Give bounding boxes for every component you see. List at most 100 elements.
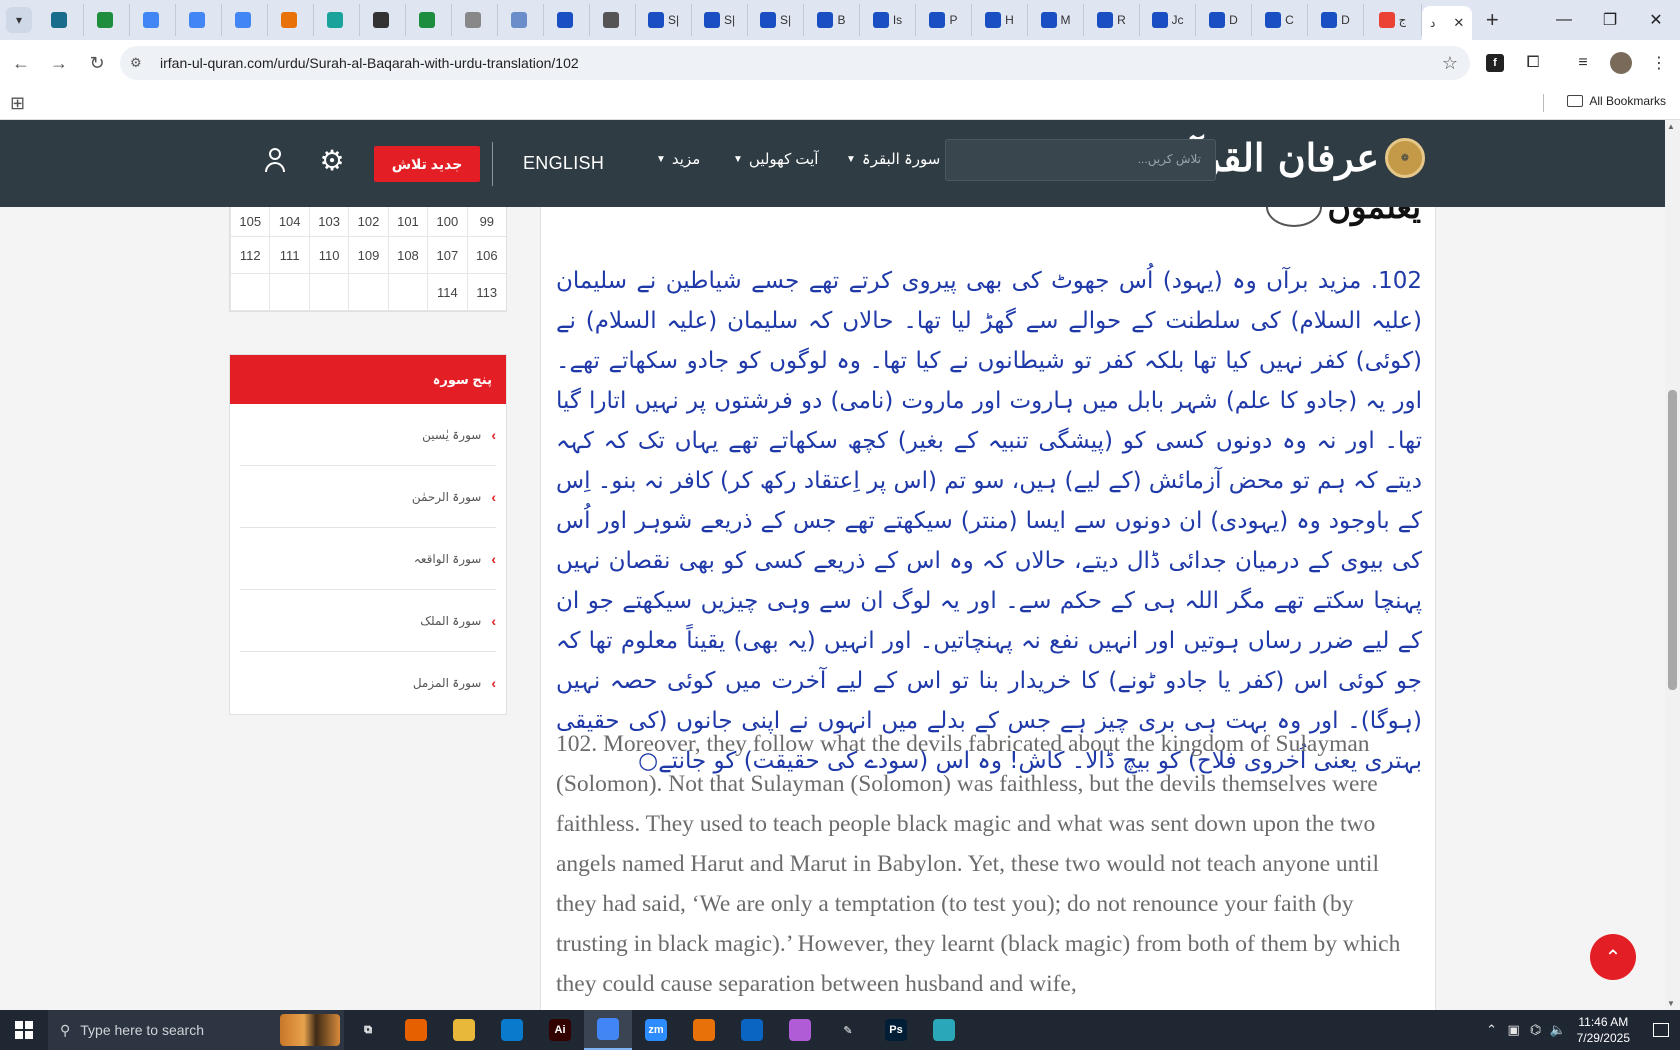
- extensions-puzzle-icon[interactable]: ⧠: [1516, 46, 1550, 80]
- browser-tab[interactable]: S|: [636, 4, 692, 36]
- taskbar-app-button[interactable]: Ps: [872, 1010, 920, 1050]
- browser-tab[interactable]: S|: [748, 4, 804, 36]
- close-tab-icon[interactable]: ✕: [1453, 15, 1464, 31]
- taskbar-app-button[interactable]: zm: [632, 1010, 680, 1050]
- volume-icon[interactable]: 🔈: [1547, 1022, 1569, 1038]
- browser-tab[interactable]: Jc: [1140, 4, 1196, 36]
- browser-tab[interactable]: D: [1308, 4, 1364, 36]
- browser-tab[interactable]: P: [916, 4, 972, 36]
- scroll-to-top-button[interactable]: ⌃: [1590, 934, 1636, 980]
- browser-tab[interactable]: M: [1028, 4, 1084, 36]
- browser-tab[interactable]: [314, 4, 360, 36]
- browser-tab[interactable]: Is: [860, 4, 916, 36]
- english-language-link[interactable]: ENGLISH: [523, 153, 604, 174]
- browser-tab[interactable]: R: [1084, 4, 1140, 36]
- browser-tab[interactable]: [84, 4, 130, 36]
- ayah-number-link[interactable]: 105: [230, 207, 269, 236]
- start-button[interactable]: [0, 1010, 48, 1050]
- profile-avatar[interactable]: [1604, 46, 1638, 80]
- minimize-button[interactable]: —: [1541, 0, 1587, 40]
- browser-tab[interactable]: [38, 4, 84, 36]
- settings-gear-icon[interactable]: ⚙: [316, 144, 348, 176]
- taskbar-app-button[interactable]: [728, 1010, 776, 1050]
- taskbar-app-button[interactable]: ⧉: [344, 1010, 392, 1050]
- chevron-up-icon[interactable]: ⌃: [1481, 1022, 1503, 1038]
- taskbar-app-button[interactable]: ✎: [824, 1010, 872, 1050]
- ayah-number-link[interactable]: 110: [308, 237, 348, 273]
- taskbar-app-button[interactable]: Ai: [536, 1010, 584, 1050]
- address-bar[interactable]: ⚙ irfan-ul-quran.com/urdu/Surah-al-Baqar…: [120, 46, 1470, 80]
- ayah-number-link[interactable]: 99: [466, 207, 506, 236]
- ayah-number-link[interactable]: 107: [427, 237, 466, 273]
- browser-tab[interactable]: C: [1252, 4, 1308, 36]
- browser-tab[interactable]: [268, 4, 314, 36]
- new-tab-button[interactable]: +: [1478, 6, 1506, 34]
- network-icon[interactable]: ⌬: [1525, 1022, 1547, 1038]
- taskbar-app-button[interactable]: [680, 1010, 728, 1050]
- active-tab[interactable]: د ✕: [1422, 6, 1473, 40]
- browser-tab[interactable]: [498, 4, 544, 36]
- media-control-icon[interactable]: ≡: [1566, 46, 1600, 80]
- panj-surah-item[interactable]: سورۃ الملک ‹: [240, 590, 496, 652]
- bookmark-star-icon[interactable]: ☆: [1442, 53, 1458, 74]
- scroll-down-arrow-icon[interactable]: ▼: [1667, 999, 1675, 1008]
- back-icon[interactable]: ←: [4, 46, 38, 80]
- browser-tab[interactable]: [452, 4, 498, 36]
- browser-tab[interactable]: [406, 4, 452, 36]
- url-text[interactable]: irfan-ul-quran.com/urdu/Surah-al-Baqarah…: [160, 55, 579, 71]
- scroll-up-arrow-icon[interactable]: ▲: [1667, 122, 1675, 131]
- browser-tab[interactable]: [360, 4, 406, 36]
- browser-tab[interactable]: S|: [692, 4, 748, 36]
- scrollbar-thumb[interactable]: [1668, 390, 1677, 690]
- menu-kebab-icon[interactable]: ⋮: [1642, 46, 1676, 80]
- new-search-button[interactable]: جدید تلاش: [374, 146, 480, 182]
- ayah-number-link[interactable]: 109: [348, 237, 387, 273]
- forward-icon[interactable]: →: [42, 46, 76, 80]
- panj-surah-item[interactable]: سورۃ یٰسین ‹: [240, 404, 496, 466]
- ayah-number-link[interactable]: 104: [269, 207, 308, 236]
- nav-ayat-dropdown[interactable]: ▼ آیت کھولیں: [733, 150, 818, 168]
- ayah-number-link[interactable]: 106: [466, 237, 506, 273]
- browser-tab[interactable]: [590, 4, 636, 36]
- browser-tab[interactable]: ج: [1364, 4, 1422, 36]
- browser-tab[interactable]: [176, 4, 222, 36]
- ayah-number-link[interactable]: 108: [387, 237, 427, 273]
- page-scrollbar[interactable]: ▲ ▼: [1665, 120, 1680, 1010]
- taskbar-search-box[interactable]: ⚲ Type here to search: [48, 1010, 344, 1050]
- close-window-button[interactable]: ✕: [1633, 0, 1679, 40]
- browser-tab[interactable]: H: [972, 4, 1028, 36]
- browser-tab[interactable]: [544, 4, 590, 36]
- ayah-number-link[interactable]: 103: [308, 207, 348, 236]
- panj-surah-item[interactable]: سورۃ المزمل ‹: [240, 652, 496, 714]
- tab-search-button[interactable]: ▾: [6, 7, 32, 33]
- meet-now-icon[interactable]: ▣: [1503, 1022, 1525, 1038]
- browser-tab[interactable]: [222, 4, 268, 36]
- ayah-number-link[interactable]: 114: [427, 274, 466, 310]
- ayah-number-link[interactable]: 102: [348, 207, 387, 236]
- extension-f-icon[interactable]: f: [1478, 46, 1512, 80]
- taskbar-app-button[interactable]: [392, 1010, 440, 1050]
- browser-tab[interactable]: D: [1196, 4, 1252, 36]
- user-account-icon[interactable]: [262, 148, 288, 178]
- panj-surah-item[interactable]: سورۃ الواقعہ ‹: [240, 528, 496, 590]
- panj-surah-item[interactable]: سورۃ الرحمٰن ‹: [240, 466, 496, 528]
- taskbar-app-button[interactable]: [920, 1010, 968, 1050]
- ayah-number-link[interactable]: 111: [269, 237, 308, 273]
- ayah-number-link[interactable]: 113: [466, 274, 506, 310]
- taskbar-app-button[interactable]: [488, 1010, 536, 1050]
- notification-center-icon[interactable]: [1642, 1010, 1680, 1050]
- site-search-input[interactable]: تلاش کریں...: [945, 139, 1216, 181]
- clock[interactable]: 11:46 AM 7/29/2025: [1577, 1014, 1630, 1046]
- taskbar-app-button[interactable]: [584, 1010, 632, 1050]
- nav-surah-dropdown[interactable]: ▼ سورۃ البقرۃ: [846, 150, 940, 168]
- ayah-number-link[interactable]: 101: [387, 207, 427, 236]
- nav-more-dropdown[interactable]: ▼ مزید: [656, 150, 700, 168]
- ayah-number-link[interactable]: 112: [230, 237, 269, 273]
- taskbar-app-button[interactable]: [776, 1010, 824, 1050]
- ayah-number-link[interactable]: 100: [427, 207, 466, 236]
- browser-tab[interactable]: [130, 4, 176, 36]
- reload-icon[interactable]: ↻: [80, 46, 114, 80]
- restore-button[interactable]: ❐: [1587, 0, 1633, 40]
- apps-grid-icon[interactable]: ⊞: [10, 93, 25, 114]
- taskbar-app-button[interactable]: [440, 1010, 488, 1050]
